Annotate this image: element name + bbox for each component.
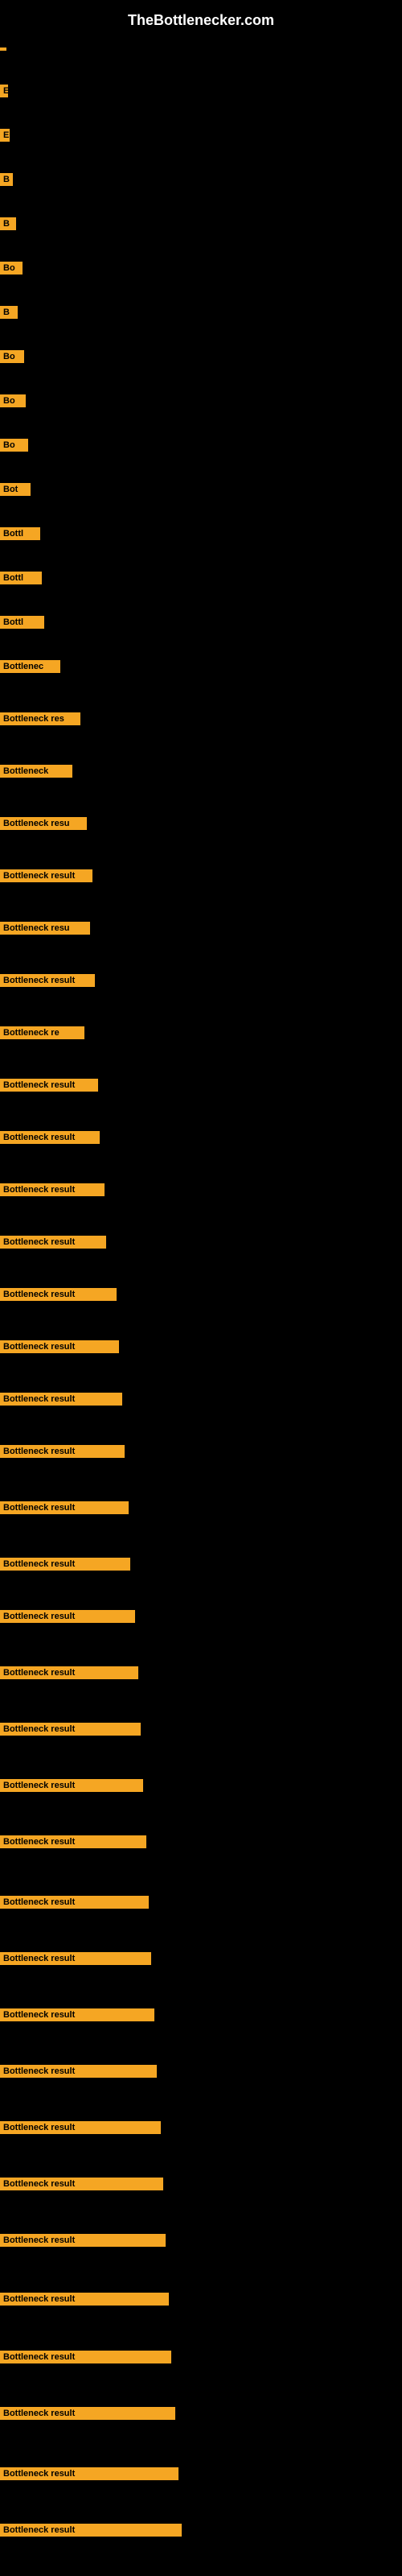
bar-label-14: Bottl xyxy=(0,616,44,629)
bar-item-10: Bo xyxy=(0,439,28,456)
bar-label-36: Bottleneck result xyxy=(0,1779,143,1792)
bar-item-21: Bottleneck result xyxy=(0,974,95,991)
bar-label-45: Bottleneck result xyxy=(0,2293,169,2306)
bar-label-9: Bo xyxy=(0,394,26,407)
bar-item-38: Bottleneck result xyxy=(0,1896,149,1913)
bar-item-5: B xyxy=(0,217,16,234)
bar-label-49: Bottleneck result xyxy=(0,2524,182,2537)
bar-label-19: Bottleneck result xyxy=(0,869,92,882)
bar-item-20: Bottleneck resu xyxy=(0,922,90,939)
bar-label-27: Bottleneck result xyxy=(0,1288,117,1301)
bar-item-39: Bottleneck result xyxy=(0,1952,151,1969)
bar-item-49: Bottleneck result xyxy=(0,2524,182,2541)
bar-item-2: E xyxy=(0,85,8,101)
bar-label-35: Bottleneck result xyxy=(0,1723,141,1736)
bar-label-31: Bottleneck result xyxy=(0,1501,129,1514)
bar-item-48: Bottleneck result xyxy=(0,2467,178,2484)
bar-label-47: Bottleneck result xyxy=(0,2407,175,2420)
bar-item-43: Bottleneck result xyxy=(0,2178,163,2194)
bar-item-28: Bottleneck result xyxy=(0,1340,119,1357)
bar-label-20: Bottleneck resu xyxy=(0,922,90,935)
bar-item-19: Bottleneck result xyxy=(0,869,92,886)
bar-label-24: Bottleneck result xyxy=(0,1131,100,1144)
bar-label-32: Bottleneck result xyxy=(0,1558,130,1571)
bar-item-44: Bottleneck result xyxy=(0,2234,166,2251)
bar-label-37: Bottleneck result xyxy=(0,1835,146,1848)
bar-item-45: Bottleneck result xyxy=(0,2293,169,2310)
bar-item-17: Bottleneck xyxy=(0,765,72,782)
bar-item-47: Bottleneck result xyxy=(0,2407,175,2424)
site-title: TheBottlenecker.com xyxy=(0,4,402,33)
bar-item-3: E xyxy=(0,129,10,146)
bar-item-16: Bottleneck res xyxy=(0,712,80,729)
bar-label-3: E xyxy=(0,129,10,142)
bar-item-35: Bottleneck result xyxy=(0,1723,141,1740)
bar-item-6: Bo xyxy=(0,262,23,279)
bar-label-15: Bottlenec xyxy=(0,660,60,673)
bar-item-36: Bottleneck result xyxy=(0,1779,143,1796)
bar-label-17: Bottleneck xyxy=(0,765,72,778)
bar-label-6: Bo xyxy=(0,262,23,275)
bar-item-18: Bottleneck resu xyxy=(0,817,87,834)
bar-label-43: Bottleneck result xyxy=(0,2178,163,2190)
bar-label-42: Bottleneck result xyxy=(0,2121,161,2134)
bar-label-29: Bottleneck result xyxy=(0,1393,122,1406)
bar-label-21: Bottleneck result xyxy=(0,974,95,987)
bar-label-26: Bottleneck result xyxy=(0,1236,106,1249)
bar-item-32: Bottleneck result xyxy=(0,1558,130,1575)
bar-label-23: Bottleneck result xyxy=(0,1079,98,1092)
bar-label-46: Bottleneck result xyxy=(0,2351,171,2363)
bar-label-38: Bottleneck result xyxy=(0,1896,149,1909)
bar-label-25: Bottleneck result xyxy=(0,1183,105,1196)
bar-item-14: Bottl xyxy=(0,616,44,633)
bar-label-30: Bottleneck result xyxy=(0,1445,125,1458)
bar-item-25: Bottleneck result xyxy=(0,1183,105,1200)
bar-item-33: Bottleneck result xyxy=(0,1610,135,1627)
bar-label-4: B xyxy=(0,173,13,186)
bar-item-9: Bo xyxy=(0,394,26,411)
bar-item-27: Bottleneck result xyxy=(0,1288,117,1305)
bar-item-46: Bottleneck result xyxy=(0,2351,171,2368)
bar-label-22: Bottleneck re xyxy=(0,1026,84,1039)
bar-item-24: Bottleneck result xyxy=(0,1131,100,1148)
bar-label-28: Bottleneck result xyxy=(0,1340,119,1353)
bar-item-12: Bottl xyxy=(0,527,40,544)
bar-item-34: Bottleneck result xyxy=(0,1666,138,1683)
bar-item-31: Bottleneck result xyxy=(0,1501,129,1518)
bar-label-41: Bottleneck result xyxy=(0,2065,157,2078)
bar-label-44: Bottleneck result xyxy=(0,2234,166,2247)
bar-item-22: Bottleneck re xyxy=(0,1026,84,1043)
bar-label-5: B xyxy=(0,217,16,230)
bar-item-30: Bottleneck result xyxy=(0,1445,125,1462)
bar-label-48: Bottleneck result xyxy=(0,2467,178,2480)
bar-item-7: B xyxy=(0,306,18,323)
bar-item-26: Bottleneck result xyxy=(0,1236,106,1253)
bar-label-1 xyxy=(0,47,6,51)
bar-item-29: Bottleneck result xyxy=(0,1393,122,1410)
bar-label-10: Bo xyxy=(0,439,28,452)
bar-item-41: Bottleneck result xyxy=(0,2065,157,2082)
bar-label-16: Bottleneck res xyxy=(0,712,80,725)
bar-label-12: Bottl xyxy=(0,527,40,540)
bar-label-34: Bottleneck result xyxy=(0,1666,138,1679)
bar-label-18: Bottleneck resu xyxy=(0,817,87,830)
bar-label-13: Bottl xyxy=(0,572,42,584)
bar-label-7: B xyxy=(0,306,18,319)
bar-item-23: Bottleneck result xyxy=(0,1079,98,1096)
bar-label-8: Bo xyxy=(0,350,24,363)
bar-item-37: Bottleneck result xyxy=(0,1835,146,1852)
bar-item-11: Bot xyxy=(0,483,31,500)
bar-item-1 xyxy=(0,40,6,55)
bar-item-13: Bottl xyxy=(0,572,42,588)
bar-label-33: Bottleneck result xyxy=(0,1610,135,1623)
bar-label-11: Bot xyxy=(0,483,31,496)
bar-item-42: Bottleneck result xyxy=(0,2121,161,2138)
bar-label-2: E xyxy=(0,85,8,97)
bar-item-8: Bo xyxy=(0,350,24,367)
bar-item-40: Bottleneck result xyxy=(0,2008,154,2025)
bar-item-4: B xyxy=(0,173,13,190)
bar-label-39: Bottleneck result xyxy=(0,1952,151,1965)
bar-label-40: Bottleneck result xyxy=(0,2008,154,2021)
bar-item-15: Bottlenec xyxy=(0,660,60,677)
